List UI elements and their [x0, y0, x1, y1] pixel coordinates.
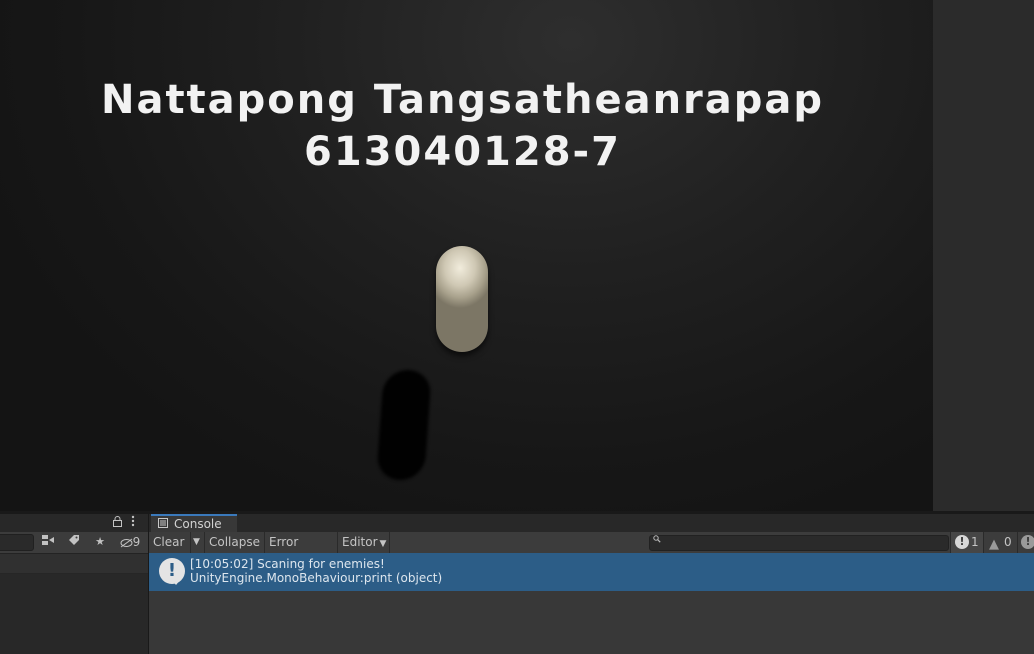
- hierarchy-panel: ★ 9: [0, 514, 149, 654]
- log-filter-toggle[interactable]: ! 1: [950, 532, 983, 553]
- hierarchy-row[interactable]: [0, 554, 148, 574]
- kebab-menu-icon[interactable]: [131, 515, 139, 529]
- info-icon-tail: [171, 579, 181, 585]
- game-view: Nattapong Tangsatheanrapap 613040128-7: [0, 0, 933, 511]
- info-icon: !: [955, 535, 969, 549]
- warning-filter-toggle[interactable]: ▲ 0: [983, 532, 1017, 553]
- hierarchy-search-input[interactable]: [0, 534, 34, 551]
- search-icon: [653, 535, 661, 546]
- overlay-name-text: Nattapong Tangsatheanrapap: [100, 77, 825, 123]
- hierarchy-tabbar: [0, 514, 148, 532]
- editor-dropdown[interactable]: Editor ▼: [338, 532, 390, 553]
- clear-options-dropdown[interactable]: ▼: [191, 532, 205, 553]
- error-icon: !: [1021, 535, 1034, 549]
- log-entry-row[interactable]: ! [10:05:02] Scaning for enemies! UnityE…: [149, 553, 1034, 591]
- scene-visibility-icon[interactable]: [38, 534, 58, 550]
- right-panel-strip: [933, 0, 1034, 511]
- error-filter-toggle[interactable]: !: [1017, 532, 1034, 553]
- tab-console[interactable]: Console: [151, 514, 237, 532]
- collapse-button[interactable]: Collapse: [205, 532, 265, 553]
- caret-down-icon: ▼: [379, 539, 387, 549]
- star-icon[interactable]: ★: [90, 534, 110, 550]
- lock-icon[interactable]: [113, 516, 123, 528]
- console-panel: Console Clear ▼ Collapse Error Pause Edi…: [149, 514, 1034, 654]
- log-stacktrace: UnityEngine.MonoBehaviour:print (object): [190, 571, 443, 585]
- overlay-id-text: 613040128-7: [304, 129, 621, 175]
- hidden-eye-icon[interactable]: 9: [116, 534, 144, 550]
- clear-button[interactable]: Clear: [149, 532, 191, 553]
- caret-down-icon: ▼: [193, 537, 200, 547]
- console-list-icon: [158, 517, 168, 532]
- warning-count: 0: [1004, 535, 1012, 549]
- tag-icon[interactable]: [64, 534, 84, 550]
- console-tab-label: Console: [174, 517, 222, 531]
- error-pause-button[interactable]: Error Pause: [265, 532, 338, 570]
- log-message: [10:05:02] Scaning for enemies!: [190, 557, 385, 571]
- hierarchy-toolbar: ★ 9: [0, 532, 148, 554]
- warning-icon: ▲: [989, 537, 999, 552]
- capsule-shadow: [376, 370, 432, 480]
- console-tabbar: Console: [149, 514, 1034, 532]
- log-count: 1: [971, 535, 979, 549]
- hidden-count: 9: [132, 535, 141, 549]
- console-search-input[interactable]: [649, 535, 949, 551]
- console-toolbar: Clear ▼ Collapse Error Pause Editor▼ ! 1…: [149, 532, 1034, 570]
- capsule-object: [436, 246, 488, 352]
- editor-label: Editor: [342, 535, 378, 549]
